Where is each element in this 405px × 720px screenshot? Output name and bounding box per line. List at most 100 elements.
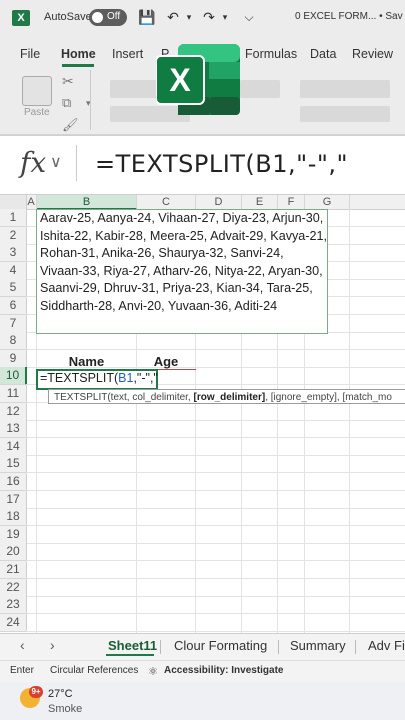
formula-bar-separator (76, 145, 77, 181)
autosave-label: AutoSave (44, 11, 92, 23)
column-header-d[interactable]: D (196, 195, 242, 209)
row-header[interactable]: 24 (0, 614, 27, 632)
copy-icon[interactable]: ⧉ (62, 95, 71, 111)
chevron-down-icon[interactable]: ∨ (50, 152, 62, 172)
grid-line (26, 455, 405, 456)
select-all-corner[interactable] (0, 195, 27, 209)
prev-sheet-icon[interactable]: ‹ (20, 637, 25, 653)
alignment-buttons[interactable] (300, 80, 390, 98)
insert-function-icon[interactable]: fx (20, 146, 46, 179)
sheet-tab-adv-fil[interactable]: Adv Fil (368, 638, 405, 653)
tab-file[interactable]: File (20, 47, 40, 61)
undo-dropdown-icon[interactable]: ▾ (180, 8, 198, 26)
grid-line (349, 209, 350, 633)
sheet-tab-summary[interactable]: Summary (290, 638, 346, 653)
tab-data[interactable]: Data (310, 47, 336, 61)
accessibility-icon: ⚛ (148, 666, 158, 678)
row-header[interactable]: 11 (0, 385, 27, 403)
autosave-state: Off (107, 11, 121, 22)
status-accessibility[interactable]: Accessibility: Investigate (164, 665, 284, 676)
save-icon[interactable]: 💾 (138, 8, 156, 26)
row-header[interactable]: 2 (0, 227, 27, 245)
row-header[interactable]: 14 (0, 438, 27, 456)
column-header-g[interactable]: G (305, 195, 350, 209)
customize-toolbar-icon[interactable]: ⌵ (240, 8, 258, 26)
row-header[interactable]: 7 (0, 315, 27, 333)
header-name[interactable]: Name (37, 353, 136, 370)
grid-line (26, 525, 405, 526)
row-header[interactable]: 19 (0, 526, 27, 544)
row-header[interactable]: 23 (0, 596, 27, 614)
grid-line (26, 508, 405, 509)
grid-line (26, 437, 405, 438)
paste-icon[interactable] (22, 76, 52, 106)
row-header[interactable]: 21 (0, 561, 27, 579)
formula-reference: B1 (118, 371, 134, 385)
active-sheet-indicator (106, 654, 154, 656)
row-header[interactable]: 10 (0, 367, 27, 385)
tooltip-text: TEXTSPLIT(text, col_delimiter, [row_deli… (54, 392, 392, 403)
tooltip-current-arg: [row_delimiter] (193, 392, 266, 403)
tab-home[interactable]: Home (61, 47, 96, 61)
next-sheet-icon[interactable]: › (50, 637, 55, 653)
row-header[interactable]: 12 (0, 403, 27, 421)
row-header[interactable]: 17 (0, 491, 27, 509)
column-header-b[interactable]: B (37, 195, 137, 210)
formula-suffix: ,"-"," (133, 371, 158, 385)
grid-line (26, 420, 405, 421)
grid-line (26, 578, 405, 579)
redo-dropdown-icon[interactable]: ▾ (216, 8, 234, 26)
tab-separator (278, 640, 279, 654)
tab-formulas[interactable]: Formulas (245, 47, 297, 61)
row-header[interactable]: 6 (0, 297, 27, 315)
status-circular-references[interactable]: Circular References (50, 665, 138, 676)
formula-input[interactable]: =TEXTSPLIT(B1,"-"," (95, 150, 348, 178)
number-format-buttons[interactable] (300, 106, 390, 122)
grid-line (26, 472, 405, 473)
row-header[interactable]: 5 (0, 279, 27, 297)
tab-review[interactable]: Review (352, 47, 393, 61)
sheet-tab-sheet11[interactable]: Sheet11 (108, 638, 157, 653)
row-header[interactable]: 18 (0, 508, 27, 526)
cell-b1-text: Aarav-25, Aanya-24, Vihaan-27, Diya-23, … (40, 211, 328, 313)
grid-line (26, 560, 405, 561)
formula-prefix: =TEXTSPLIT( (40, 371, 119, 385)
row-header[interactable]: 22 (0, 579, 27, 597)
status-mode: Enter (10, 665, 34, 676)
column-header-e[interactable]: E (242, 195, 278, 209)
row-header[interactable]: 15 (0, 455, 27, 473)
cut-icon[interactable]: ✂ (62, 73, 74, 90)
grid-line (26, 631, 405, 632)
font-size-box[interactable] (240, 80, 280, 98)
column-header-f[interactable]: F (278, 195, 305, 209)
row-header[interactable]: 20 (0, 543, 27, 561)
tab-insert[interactable]: Insert (112, 47, 143, 61)
sheet-tab-clour-formating[interactable]: Clour Formating (174, 638, 267, 653)
format-painter-icon[interactable]: 🖌 (62, 117, 79, 133)
header-age[interactable]: Age (137, 353, 195, 370)
row-header[interactable]: 9 (0, 350, 27, 368)
tab-separator (355, 640, 356, 654)
row-header[interactable]: 3 (0, 244, 27, 262)
row-header[interactable]: 4 (0, 262, 27, 280)
weather-temperature[interactable]: 27°C (48, 688, 73, 700)
row-header[interactable]: 8 (0, 332, 27, 350)
column-header-a[interactable]: A (26, 195, 37, 209)
row-header[interactable]: 13 (0, 420, 27, 438)
excel-logo-icon: X (156, 44, 240, 115)
excel-app-icon: X (12, 10, 30, 26)
notification-badge: 9+ (29, 686, 43, 698)
weather-condition: Smoke (48, 703, 83, 715)
active-tab-indicator (62, 64, 94, 67)
toggle-knob (92, 12, 103, 23)
row-header[interactable]: 1 (0, 209, 27, 227)
active-cell-formula[interactable]: =TEXTSPLIT(B1,"-"," (40, 371, 158, 385)
grid-line (26, 596, 405, 597)
autosave-toggle[interactable]: Off (89, 9, 127, 26)
column-header-c[interactable]: C (137, 195, 196, 209)
grid-line (26, 613, 405, 614)
function-tooltip: TEXTSPLIT(text, col_delimiter, [row_deli… (48, 389, 405, 404)
ribbon-divider (90, 70, 91, 130)
row-header[interactable]: 16 (0, 473, 27, 491)
svg-text:X: X (169, 62, 191, 98)
